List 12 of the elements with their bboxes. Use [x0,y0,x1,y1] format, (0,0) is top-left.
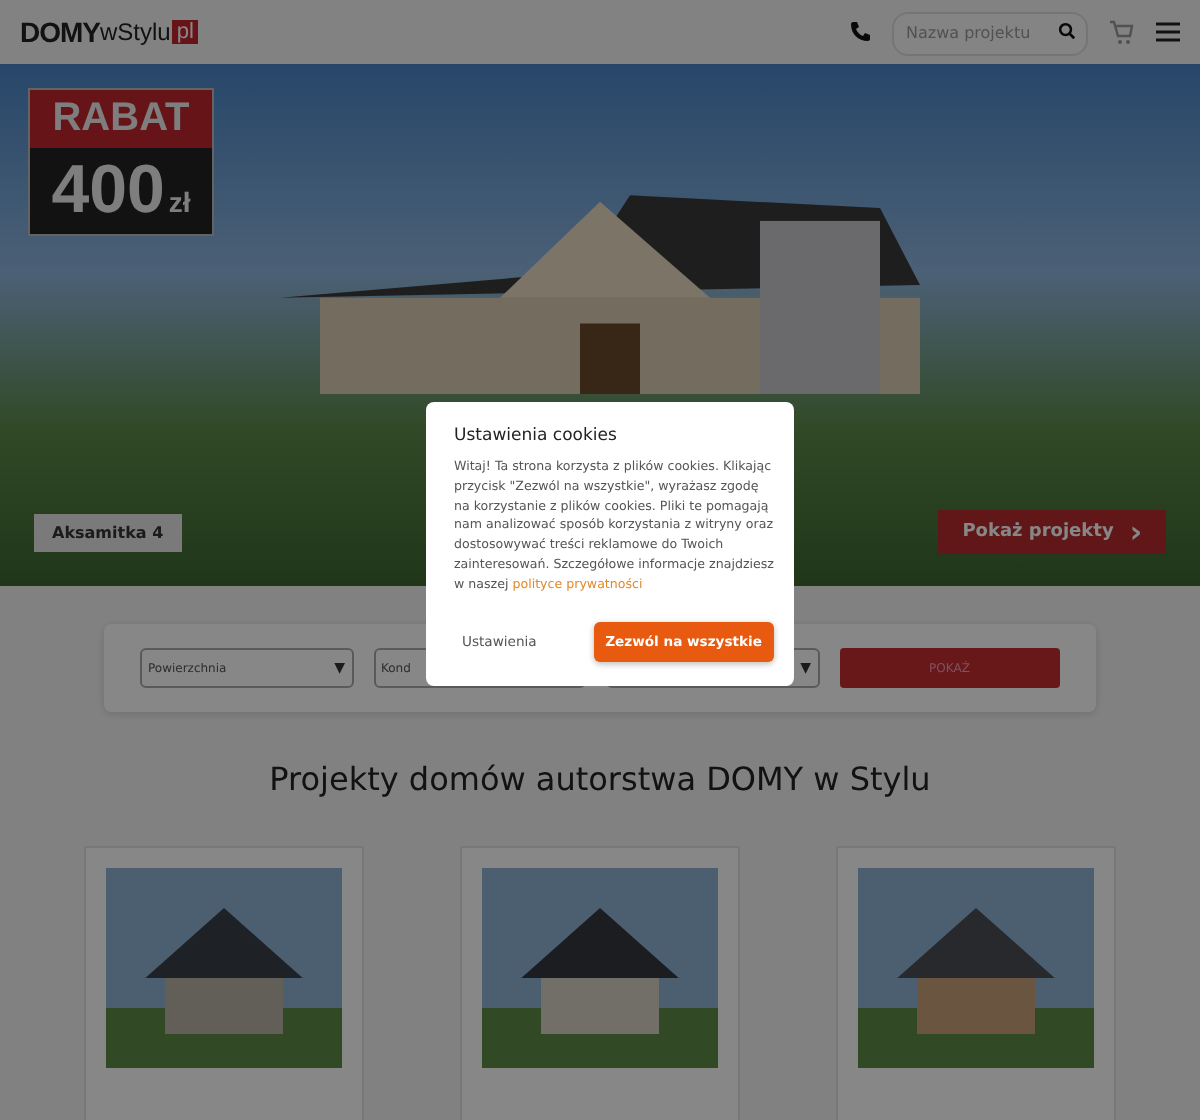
phone-icon[interactable] [848,20,872,44]
project-name-label: Aksamitka 4 [34,514,182,552]
menu-icon[interactable] [1156,22,1180,42]
logo[interactable]: DOMYwStylu pl [20,16,198,48]
section-heading: Projekty domów autorstwa DOMY w Stylu [267,760,933,798]
show-projects-button[interactable]: Pokaż projekty › [938,510,1166,554]
search-icon[interactable] [1058,22,1076,41]
dialog-title: Ustawienia cookies [454,426,619,446]
project-card[interactable] [836,846,1116,1120]
project-card[interactable] [460,846,740,1120]
discount-badge: RABAT 400 zł [28,88,214,236]
project-card[interactable] [84,846,364,1120]
